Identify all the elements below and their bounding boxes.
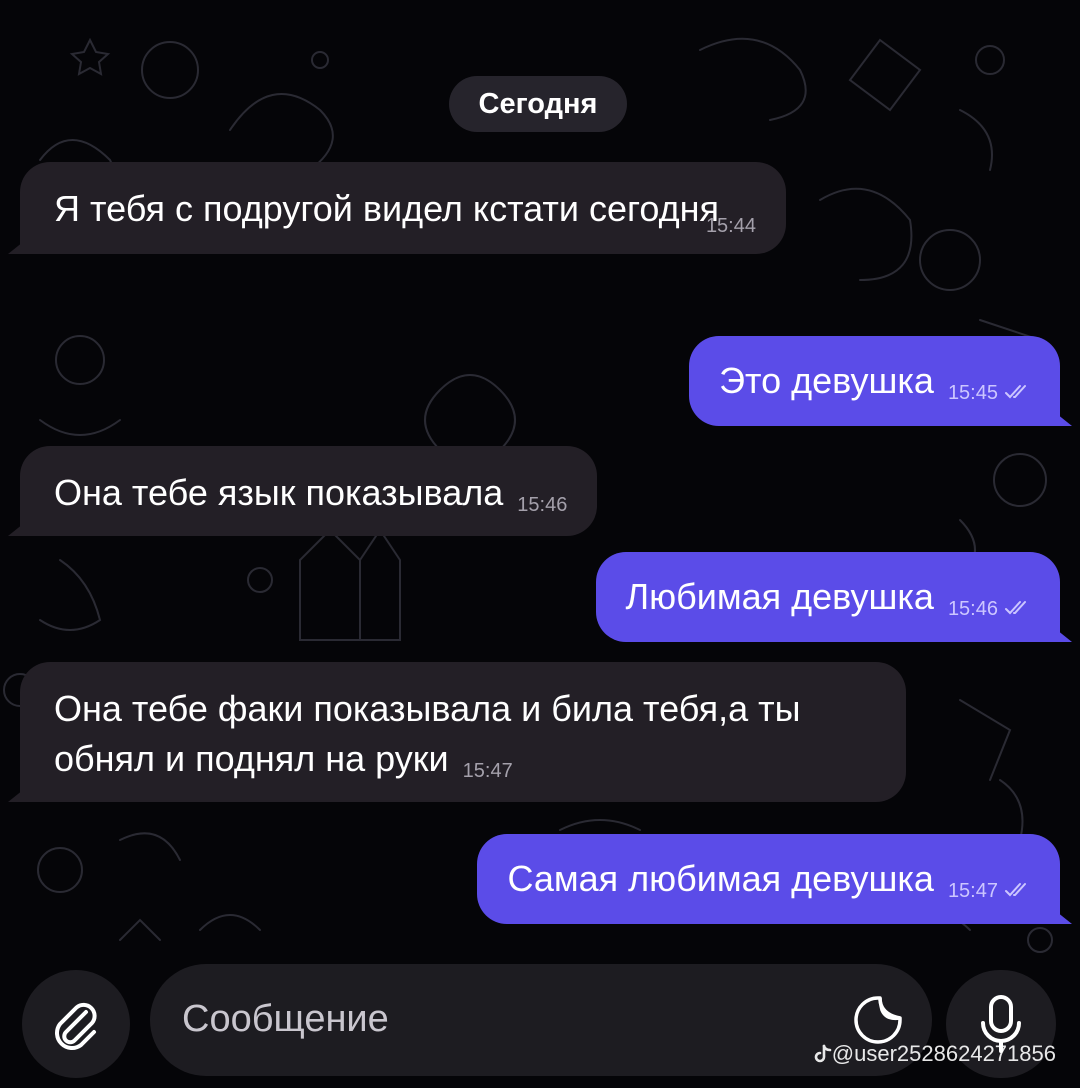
attach-button[interactable] <box>22 970 130 1078</box>
message-meta: 15:45 <box>948 383 1030 403</box>
watermark-username: @user2528624271856 <box>831 1041 1056 1066</box>
sticker-icon[interactable] <box>852 994 904 1046</box>
date-separator: Сегодня <box>449 76 627 132</box>
tiktok-logo-icon <box>814 1044 832 1063</box>
message-time: 15:47 <box>947 880 998 902</box>
chat-screen: Сегодня Я тебя с подругой видел кстати с… <box>0 0 1080 1088</box>
double-check-icon <box>1005 385 1026 399</box>
message-time: 15:47 <box>462 760 513 782</box>
message-text: Это девушка <box>719 360 934 401</box>
message-time: 15:45 <box>947 382 998 404</box>
message-incoming[interactable]: Она тебе язык показывала 15:46 <box>7 446 598 536</box>
message-outgoing[interactable]: Это девушка 15:45 <box>689 336 1072 426</box>
watermark: @user2528624271856 <box>814 1040 1056 1068</box>
message-text: Она тебе факи показывала и била тебя,а т… <box>54 688 801 779</box>
message-outgoing[interactable]: Самая любимая девушка 15:47 <box>477 834 1072 924</box>
message-time: 15:46 <box>517 494 568 516</box>
message-text: Я тебя с подругой видел кстати сегодня <box>54 188 719 229</box>
message-input-placeholder: Сообщение <box>182 998 389 1040</box>
double-check-icon <box>1005 601 1026 615</box>
message-text: Она тебе язык показывала <box>54 472 504 513</box>
double-check-icon <box>1005 883 1026 897</box>
message-time: 15:46 <box>947 598 998 620</box>
message-meta: 15:46 <box>948 599 1030 619</box>
message-text: Любимая девушка <box>625 576 934 617</box>
message-meta: 15:47 <box>948 881 1030 901</box>
paperclip-icon <box>55 1002 97 1050</box>
message-incoming[interactable]: Я тебя с подругой видел кстати сегодня 1… <box>8 162 786 254</box>
message-text: Самая любимая девушка <box>507 858 934 899</box>
message-incoming[interactable]: Она тебе факи показывала и била тебя,а т… <box>8 662 906 802</box>
message-outgoing[interactable]: Любимая девушка 15:46 <box>595 552 1072 642</box>
